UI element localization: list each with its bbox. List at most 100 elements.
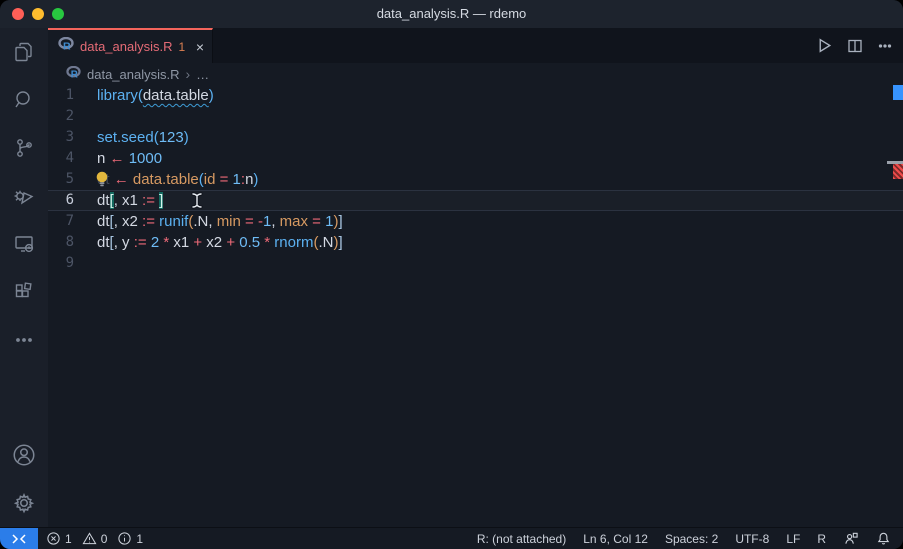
editor[interactable]: 1library(data.table)23set.seed(123)4n ← … xyxy=(48,85,903,527)
code-text: library(data.table) xyxy=(97,85,214,106)
vscode-window: data_analysis.R — rdemo xyxy=(0,0,903,549)
code-token: dt xyxy=(97,234,110,251)
code-token: max xyxy=(280,213,308,230)
r-session-status[interactable]: R: (not attached) xyxy=(477,532,566,546)
tab-data-analysis[interactable]: R data_analysis.R 1 × xyxy=(48,28,213,63)
window-title: data_analysis.R — rdemo xyxy=(0,0,903,28)
settings-gear-icon[interactable] xyxy=(0,479,48,527)
line-number: 3 xyxy=(48,127,97,148)
breadcrumb-file[interactable]: data_analysis.R xyxy=(87,67,180,82)
notifications-bell-icon[interactable] xyxy=(876,531,891,546)
breadcrumb[interactable]: R data_analysis.R › … xyxy=(48,63,903,85)
explorer-icon[interactable] xyxy=(0,28,48,76)
code-token: dt xyxy=(97,213,110,230)
code-token: = xyxy=(312,213,321,230)
code-line[interactable]: 1library(data.table) xyxy=(48,85,903,106)
split-editor-button[interactable] xyxy=(847,38,863,54)
code-line[interactable]: 5dt ← data.table(id = 1:n) xyxy=(48,169,903,190)
code-token: min xyxy=(217,213,241,230)
code-token: set.seed xyxy=(97,129,154,146)
code-text: set.seed(123) xyxy=(97,127,189,148)
code-text: dt[, y := 2 * x1 + x2 + 0.5 * rnorm(.N)] xyxy=(97,232,343,253)
source-control-icon[interactable] xyxy=(0,124,48,172)
code-token: ] xyxy=(338,213,342,230)
warnings-count: 0 xyxy=(101,532,108,546)
tab-label: data_analysis.R xyxy=(80,39,173,54)
line-number: 4 xyxy=(48,148,97,169)
r-file-icon: R xyxy=(66,66,81,82)
run-file-button[interactable] xyxy=(816,37,833,54)
code-line[interactable]: 4n ← 1000 xyxy=(48,148,903,169)
run-debug-icon[interactable] xyxy=(0,172,48,220)
cursor-position-status[interactable]: Ln 6, Col 12 xyxy=(583,532,648,546)
infos-icon xyxy=(117,531,132,546)
code-token: , x1 xyxy=(114,192,142,209)
more-views-icon[interactable] xyxy=(0,316,48,364)
tab-close-icon[interactable]: × xyxy=(196,40,204,54)
overview-ruler-error-marker xyxy=(893,164,903,179)
code-token: := xyxy=(142,192,155,209)
code-token: n xyxy=(97,150,110,167)
editor-actions xyxy=(816,28,893,63)
line-number: 5 xyxy=(48,169,97,190)
title-bar: data_analysis.R — rdemo xyxy=(0,0,903,28)
code-token: := xyxy=(134,234,147,251)
code-text: dt[, x2 := runif(.N, min = -1, max = 1)] xyxy=(97,211,343,232)
status-bar: 1 0 1 R: (not attached) Ln 6, Col 12 Spa… xyxy=(0,527,903,549)
code-token: 123 xyxy=(159,129,184,146)
account-icon[interactable] xyxy=(0,431,48,479)
code-token: data.table xyxy=(143,87,209,104)
editor-more-actions-button[interactable] xyxy=(877,38,893,54)
svg-text:R: R xyxy=(63,41,71,52)
eol-status[interactable]: LF xyxy=(786,532,800,546)
code-line[interactable]: 6dt[, x1 := ] xyxy=(48,190,903,211)
line-number: 9 xyxy=(48,253,97,274)
code-token: ) xyxy=(253,171,258,188)
code-line[interactable]: 2 xyxy=(48,106,903,127)
code-lines: 1library(data.table)23set.seed(123)4n ← … xyxy=(48,85,903,274)
extensions-icon[interactable] xyxy=(0,268,48,316)
line-number: 6 xyxy=(48,190,97,211)
code-token: + xyxy=(193,234,202,251)
code-token: + xyxy=(226,234,235,251)
line-number: 8 xyxy=(48,232,97,253)
code-token: ) xyxy=(184,129,189,146)
code-token: .N xyxy=(318,234,333,251)
code-token: 1000 xyxy=(129,150,162,167)
feedback-icon[interactable] xyxy=(843,531,859,546)
infos-count: 1 xyxy=(136,532,143,546)
remote-explorer-icon[interactable] xyxy=(0,220,48,268)
code-line[interactable]: 7dt[, x2 := runif(.N, min = -1, max = 1)… xyxy=(48,211,903,232)
code-token: := xyxy=(142,213,155,230)
code-token: dt xyxy=(97,192,110,209)
code-token: runif xyxy=(159,213,188,230)
line-number: 7 xyxy=(48,211,97,232)
errors-count: 1 xyxy=(65,532,72,546)
search-icon[interactable] xyxy=(0,76,48,124)
code-line[interactable]: 3set.seed(123) xyxy=(48,127,903,148)
indentation-status[interactable]: Spaces: 2 xyxy=(665,532,718,546)
remote-indicator[interactable] xyxy=(0,528,38,549)
code-token: rnorm xyxy=(274,234,313,251)
code-token: , xyxy=(271,213,279,230)
line-number: 2 xyxy=(48,106,97,127)
language-mode-status[interactable]: R xyxy=(817,532,826,546)
tab-problem-badge: 1 xyxy=(179,40,186,54)
overview-ruler-info-marker xyxy=(893,85,903,100)
code-token: data.table xyxy=(133,171,199,188)
code-line[interactable]: 9 xyxy=(48,253,903,274)
encoding-status[interactable]: UTF-8 xyxy=(735,532,769,546)
code-token: 1 xyxy=(233,171,241,188)
problems-status[interactable]: 1 0 1 xyxy=(38,531,151,546)
code-token: x1 xyxy=(169,234,193,251)
code-token: id xyxy=(204,171,216,188)
breadcrumb-symbol-ellipsis[interactable]: … xyxy=(196,67,209,82)
code-token: ← xyxy=(110,150,125,167)
code-text: dt[, x1 := ] xyxy=(97,190,163,211)
line-number: 1 xyxy=(48,85,97,106)
code-line[interactable]: 8dt[, y := 2 * x1 + x2 + 0.5 * rnorm(.N)… xyxy=(48,232,903,253)
errors-icon xyxy=(46,531,61,546)
code-token: = xyxy=(245,213,254,230)
code-token: , x2 xyxy=(114,213,142,230)
activity-bar xyxy=(0,28,48,527)
